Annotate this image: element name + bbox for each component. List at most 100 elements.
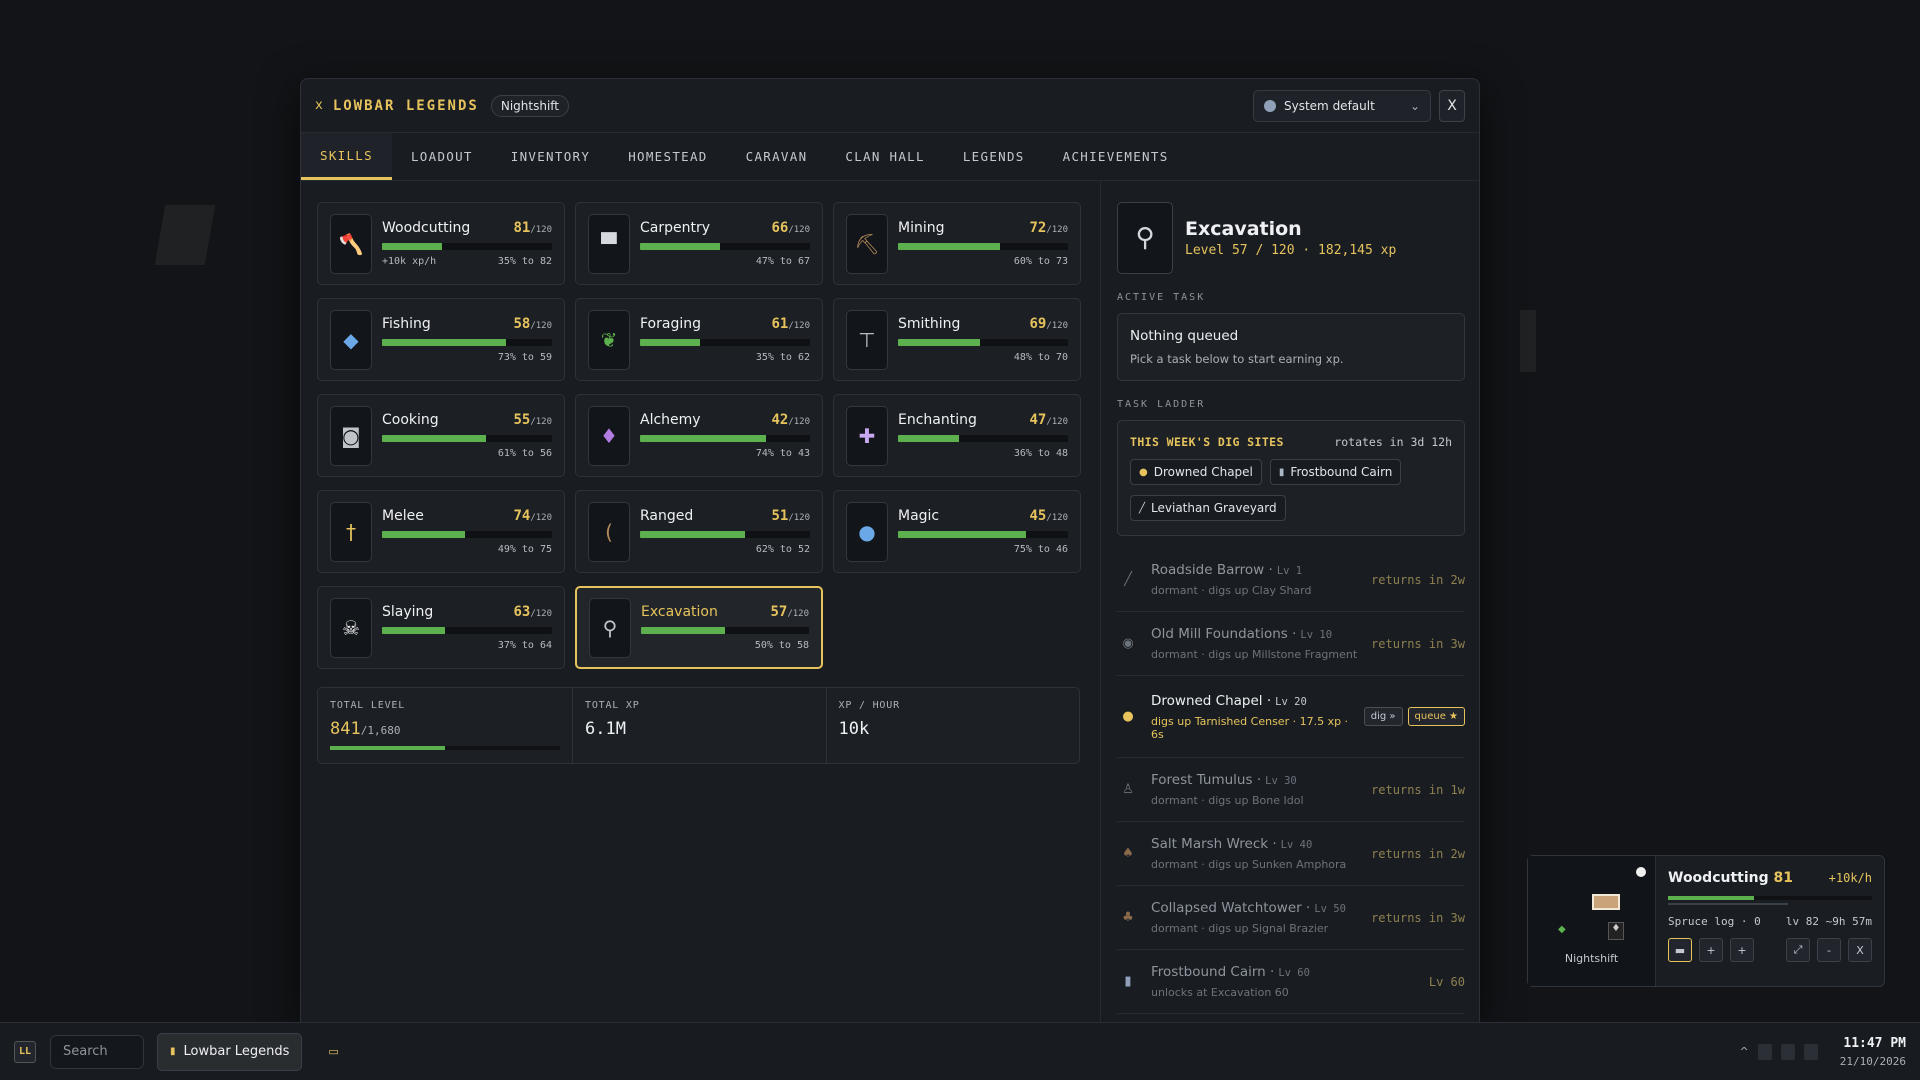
dig-button[interactable]: dig » [1363, 707, 1403, 726]
ladder-name: Frostbound Cairn · Lv 60 [1151, 964, 1310, 980]
skill-rate: +10k xp/h [382, 256, 437, 267]
skill-card-alchemy[interactable]: ♦ Alchemy 42/120 74% to 43 [575, 394, 823, 477]
log-icon [1592, 894, 1620, 910]
tray-icon-2[interactable] [1780, 1043, 1795, 1060]
chip-frostbound-cairn[interactable]: ▮ Frostbound Cairn [1269, 459, 1402, 485]
task-ladder-label: TASK LADDER [1117, 399, 1206, 410]
mini-tracker[interactable]: ◆ ♦ Nightshift Woodcutting 81 +10k/h Spr… [1527, 855, 1885, 987]
tray-expand-icon[interactable]: ^ [1740, 1045, 1749, 1058]
skill-card-foraging[interactable]: ❦ Foraging 61/120 35% to 62 [575, 298, 823, 381]
skill-icon-box: ● [846, 501, 888, 562]
tab-caravan[interactable]: CARAVAN [727, 133, 827, 180]
skill-progress-text: 35% to 82 [497, 256, 552, 267]
ladder-row-salt-marsh-wreck[interactable]: ♠ Salt Marsh Wreck · Lv 40 dormant · digs… [1117, 822, 1465, 886]
skill-name: Excavation [641, 604, 718, 620]
close-button[interactable]: X [1439, 89, 1465, 122]
skill-card-smithing[interactable]: ⊤ Smithing 69/120 48% to 70 [833, 298, 1081, 381]
mini-close-button[interactable]: X [1848, 938, 1872, 962]
clock[interactable]: 11:47 PM 21/10/2026 [1840, 1036, 1906, 1068]
cairn-icon: ▮ [1278, 466, 1285, 478]
skill-card-cooking[interactable]: ◙ Cooking 55/120 61% to 56 [317, 394, 565, 477]
mini-add-alt-button[interactable]: + [1730, 938, 1754, 962]
skill-card-woodcutting[interactable]: 🪓 Woodcutting 81/120 +10k xp/h 35% to 82 [317, 202, 565, 285]
mini-scene: ◆ ♦ Nightshift [1528, 856, 1656, 986]
tray-icon-3[interactable] [1803, 1043, 1818, 1060]
skill-icon-box: ❦ [588, 309, 630, 370]
ladder-status: returns in 2w [1371, 846, 1465, 861]
skill-progress-text: 50% to 58 [754, 640, 809, 651]
moon-icon [1636, 867, 1646, 877]
taskbar-app-lowbar-legends[interactable]: ▮ Lowbar Legends [157, 1032, 303, 1071]
skill-card-magic[interactable]: ● Magic 45/120 75% to 46 [833, 490, 1081, 573]
skill-progress-text: 60% to 73 [1013, 256, 1068, 267]
skill-name: Carpentry [640, 220, 711, 236]
skill-progress-bar [898, 531, 1068, 538]
ladder-desc: dormant · digs up Sunken Amphora [1151, 858, 1347, 871]
queue-button[interactable]: queue ★ [1407, 707, 1465, 726]
language-select[interactable]: System default ⌄ [1253, 89, 1431, 122]
tab-skills[interactable]: SKILLS [301, 133, 392, 180]
start-button[interactable]: LL [14, 1040, 36, 1063]
skill-icon-box: ◆ [330, 309, 372, 370]
taskbar-search[interactable]: Search [50, 1034, 144, 1069]
skill-name: Slaying [382, 604, 434, 620]
app-title: LOWBAR LEGENDS [332, 97, 479, 114]
tab-achievements[interactable]: ACHIEVEMENTS [1044, 133, 1188, 180]
ladder-row-collapsed-watchtower[interactable]: ♣ Collapsed Watchtower · Lv 50 dormant · … [1117, 886, 1465, 950]
skill-progress-text: 73% to 59 [497, 352, 552, 363]
skill-card-ranged[interactable]: ( Ranged 51/120 62% to 52 [575, 490, 823, 573]
ladder-row-old-mill-foundations[interactable]: ◉ Old Mill Foundations · Lv 10 dormant · … [1117, 612, 1465, 676]
ladder-row-drowned-chapel[interactable]: ● Drowned Chapel · Lv 20 digs up Tarnishe… [1117, 676, 1465, 758]
tab-legends[interactable]: LEGENDS [944, 133, 1044, 180]
mini-expand-button[interactable]: ⤢ [1786, 938, 1810, 962]
tab-loadout[interactable]: LOADOUT [392, 133, 492, 180]
ladder-row-frostbound-cairn[interactable]: ▮ Frostbound Cairn · Lv 60 unlocks at Exc… [1117, 950, 1465, 1014]
ladder-name: Old Mill Foundations · Lv 10 [1151, 626, 1333, 642]
mini-minimize-button[interactable]: - [1817, 938, 1841, 962]
ladder-desc: dormant · digs up Millstone Fragment [1151, 648, 1358, 661]
skill-progress-text: 74% to 43 [755, 448, 810, 459]
skill-card-enchanting[interactable]: ✚ Enchanting 47/120 36% to 48 [833, 394, 1081, 477]
tab-homestead[interactable]: HOMESTEAD [609, 133, 726, 180]
pinned-app-icon[interactable]: ▭ [328, 1045, 338, 1058]
dig-site-icon: ♙ [1122, 782, 1134, 797]
skill-level: 81/120 [513, 220, 552, 236]
tray-icon-1[interactable] [1757, 1043, 1772, 1060]
clock-date: 21/10/2026 [1839, 1054, 1906, 1068]
ladder-row-forest-tumulus[interactable]: ♙ Forest Tumulus · Lv 30 dormant · digs u… [1117, 758, 1465, 822]
skill-card-fishing[interactable]: ◆ Fishing 58/120 73% to 59 [317, 298, 565, 381]
mini-stop-button[interactable]: ▬ [1668, 938, 1692, 962]
ladder-row-roadside-barrow[interactable]: ╱ Roadside Barrow · Lv 1 dormant · digs u… [1117, 548, 1465, 612]
mini-add-button[interactable]: + [1699, 938, 1723, 962]
detail-header: ⚲ Excavation Level 57 / 120 · 182,145 xp [1117, 202, 1465, 274]
tab-clan-hall[interactable]: CLAN HALL [826, 133, 943, 180]
skill-level: 61/120 [771, 316, 810, 332]
active-task-title: Nothing queued [1130, 328, 1239, 344]
total-level: TOTAL LEVEL 841/1,680 [318, 688, 573, 763]
skill-progress-text: 47% to 67 [755, 256, 810, 267]
skill-card-slaying[interactable]: ☠ Slaying 63/120 37% to 64 [317, 586, 565, 669]
skill-progress-text: 36% to 48 [1013, 448, 1068, 459]
taskbar: LL Search ▮ Lowbar Legends ▭ ^ 11:47 PM 2… [0, 1022, 1920, 1080]
skill-card-excavation[interactable]: ⚲ Excavation 57/120 50% to 58 [575, 586, 823, 669]
shovel-icon: ⚲ [602, 615, 618, 640]
language-value: System default [1284, 98, 1375, 113]
desktop-decoration-left [154, 205, 216, 265]
tab-inventory[interactable]: INVENTORY [492, 133, 609, 180]
skill-name: Smithing [898, 316, 961, 332]
system-tray: ^ [1740, 1043, 1818, 1060]
skill-card-mining[interactable]: ⛏ Mining 72/120 60% to 73 [833, 202, 1081, 285]
dig-site-icon: ▮ [1124, 974, 1132, 989]
skill-card-melee[interactable]: † Melee 74/120 49% to 75 [317, 490, 565, 573]
skill-icon-box: ▀ [588, 213, 630, 274]
profile-badge[interactable]: Nightshift [490, 94, 569, 117]
total-xp: TOTAL XP 6.1M [573, 688, 827, 763]
chip-leviathan-graveyard[interactable]: ╱ Leviathan Graveyard [1130, 495, 1286, 521]
chip-drowned-chapel[interactable]: ● Drowned Chapel [1130, 459, 1262, 485]
skill-card-carpentry[interactable]: ▀ Carpentry 66/120 47% to 67 [575, 202, 823, 285]
collapse-icon[interactable]: x [315, 98, 323, 113]
xp-per-hour-value: 10k [838, 719, 870, 739]
dig-site-icon: ╱ [1124, 572, 1132, 587]
ladder-status: returns in 3w [1371, 636, 1465, 651]
xp-per-hour: XP / HOUR 10k [827, 688, 1080, 763]
